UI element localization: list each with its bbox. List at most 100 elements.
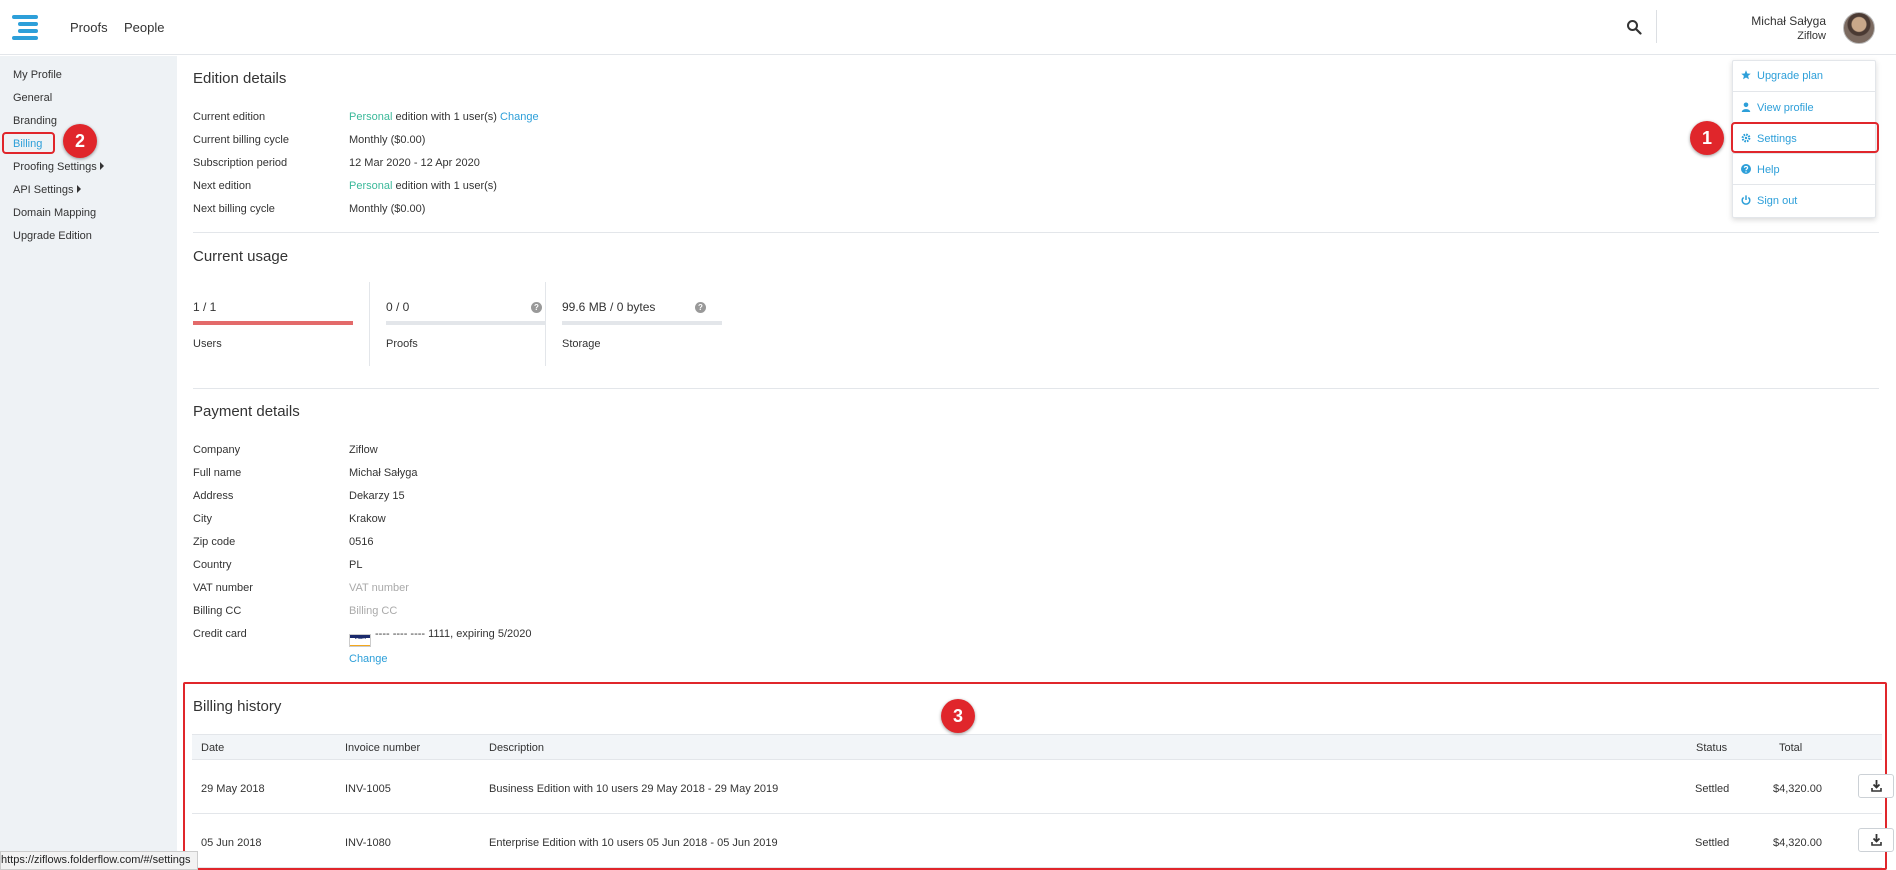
next-edition-value: Personal edition with 1 user(s)	[349, 180, 497, 192]
change-card-link[interactable]: Change	[349, 653, 388, 665]
sidebar-item-upgrade-edition[interactable]: Upgrade Edition	[13, 230, 92, 242]
current-edition-value: Personal edition with 1 user(s) Change	[349, 111, 539, 123]
sidebar-item-domain-mapping[interactable]: Domain Mapping	[13, 207, 96, 219]
country-value: PL	[349, 559, 363, 571]
subscription-period-label: Subscription period	[193, 157, 288, 169]
usage-storage-bar	[562, 321, 722, 325]
settings-sidebar: My Profile General Branding Billing Proo…	[0, 56, 177, 870]
city-value: Krakow	[349, 513, 386, 525]
row-date: 29 May 2018	[201, 783, 265, 795]
caret-right-icon	[99, 162, 104, 170]
help-icon[interactable]: ?	[531, 302, 542, 313]
row-total: $4,320.00	[1773, 783, 1822, 795]
annotation-badge-3: 3	[941, 699, 975, 733]
billing-highlight-box	[2, 132, 55, 154]
menu-divider	[1733, 153, 1875, 154]
user-name[interactable]: Michał Sałyga	[1751, 14, 1826, 28]
sidebar-item-branding[interactable]: Branding	[13, 115, 57, 127]
sidebar-item-label: Proofing Settings	[13, 161, 97, 173]
address-value: Dekarzy 15	[349, 490, 405, 502]
current-usage-title: Current usage	[193, 248, 289, 265]
annotation-badge-1: 1	[1690, 121, 1724, 155]
menu-item-sign-out[interactable]: Sign out	[1741, 195, 1797, 207]
column-total[interactable]: Total	[1779, 742, 1802, 754]
credit-card-number: ---- ---- ---- 1111, expiring 5/2020	[375, 628, 532, 640]
next-edition-suffix: edition with 1 user(s)	[392, 180, 497, 192]
billing-cycle-label: Current billing cycle	[193, 134, 289, 146]
usage-storage-value: 99.6 MB / 0 bytes	[562, 300, 656, 314]
menu-item-label: Upgrade plan	[1757, 70, 1824, 82]
sidebar-item-proofing-settings[interactable]: Proofing Settings	[13, 161, 104, 173]
menu-item-help[interactable]: Help	[1741, 164, 1780, 176]
visa-card-icon: VISA	[349, 634, 371, 647]
search-icon[interactable]	[1626, 19, 1642, 35]
row-total: $4,320.00	[1773, 837, 1822, 849]
country-label: Country	[193, 559, 232, 571]
menu-divider	[1733, 184, 1875, 185]
row-date: 05 Jun 2018	[201, 837, 262, 849]
vat-number-value: VAT number	[349, 582, 409, 594]
avatar[interactable]	[1843, 12, 1875, 44]
power-icon	[1741, 195, 1751, 205]
next-edition-name: Personal	[349, 180, 393, 192]
caret-right-icon	[76, 185, 81, 193]
help-circle-icon	[1741, 164, 1751, 174]
section-divider	[193, 232, 1879, 233]
usage-storage-label: Storage	[562, 338, 601, 350]
menu-item-upgrade-plan[interactable]: Upgrade plan	[1741, 70, 1823, 82]
city-label: City	[193, 513, 212, 525]
address-label: Address	[193, 490, 234, 502]
nav-proofs[interactable]: Proofs	[70, 20, 108, 35]
topbar-divider	[1656, 10, 1657, 43]
credit-card-value: VISA ---- ---- ---- 1111, expiring 5/2020	[349, 628, 531, 647]
user-icon	[1741, 102, 1751, 112]
status-badge: Settled	[1695, 783, 1730, 795]
download-invoice-button[interactable]	[1858, 828, 1894, 852]
row-invoice-number: INV-1005	[345, 783, 391, 795]
table-row: 29 May 2018 INV-1005 Business Edition wi…	[192, 761, 1894, 814]
column-status[interactable]: Status	[1696, 742, 1727, 754]
menu-item-label: Sign out	[1757, 195, 1798, 207]
usage-users-value: 1 / 1	[193, 300, 217, 314]
menu-divider	[1733, 91, 1875, 92]
star-icon	[1741, 70, 1751, 80]
download-icon	[1871, 834, 1882, 846]
help-icon[interactable]: ?	[695, 302, 706, 313]
change-edition-link[interactable]: Change	[500, 111, 539, 123]
billing-cc-value: Billing CC	[349, 605, 398, 617]
edition-details-title: Edition details	[193, 70, 287, 87]
section-divider	[193, 388, 1879, 389]
table-row: 05 Jun 2018 INV-1080 Enterprise Edition …	[192, 815, 1894, 868]
full-name-label: Full name	[193, 467, 242, 479]
billing-history-title: Billing history	[193, 698, 282, 715]
annotation-badge-2: 2	[63, 124, 97, 158]
ziflow-logo-icon[interactable]	[12, 14, 38, 40]
download-invoice-button[interactable]	[1858, 774, 1894, 798]
usage-proofs-value: 0 / 0	[386, 300, 410, 314]
column-description[interactable]: Description	[489, 742, 544, 754]
next-edition-label: Next edition	[193, 180, 252, 192]
download-icon	[1871, 780, 1882, 792]
sidebar-item-my-profile[interactable]: My Profile	[13, 69, 62, 81]
column-date[interactable]: Date	[201, 742, 224, 754]
usage-users-bar	[193, 321, 353, 325]
column-invoice-number[interactable]: Invoice number	[345, 742, 420, 754]
subscription-period-value: 12 Mar 2020 - 12 Apr 2020	[349, 157, 480, 169]
row-description: Enterprise Edition with 10 users 05 Jun …	[489, 837, 778, 849]
sidebar-item-api-settings[interactable]: API Settings	[13, 184, 81, 196]
user-company: Ziflow	[1797, 30, 1826, 42]
company-value: Ziflow	[349, 444, 378, 456]
zip-code-value: 0516	[349, 536, 374, 548]
top-bar: Proofs People Michał Sałyga Ziflow	[0, 0, 1896, 55]
sidebar-item-general[interactable]: General	[13, 92, 52, 104]
menu-item-view-profile[interactable]: View profile	[1741, 102, 1814, 114]
full-name-value: Michał Sałyga	[349, 467, 418, 479]
main-content: Edition details Current edition Personal…	[177, 56, 1896, 870]
nav-people[interactable]: People	[124, 20, 164, 35]
usage-proofs-label: Proofs	[386, 338, 418, 350]
billing-cycle-value: Monthly ($0.00)	[349, 134, 426, 146]
usage-users-label: Users	[193, 338, 222, 350]
usage-proofs-bar	[386, 321, 546, 325]
next-billing-cycle-value: Monthly ($0.00)	[349, 203, 426, 215]
menu-item-label: View profile	[1757, 102, 1814, 114]
